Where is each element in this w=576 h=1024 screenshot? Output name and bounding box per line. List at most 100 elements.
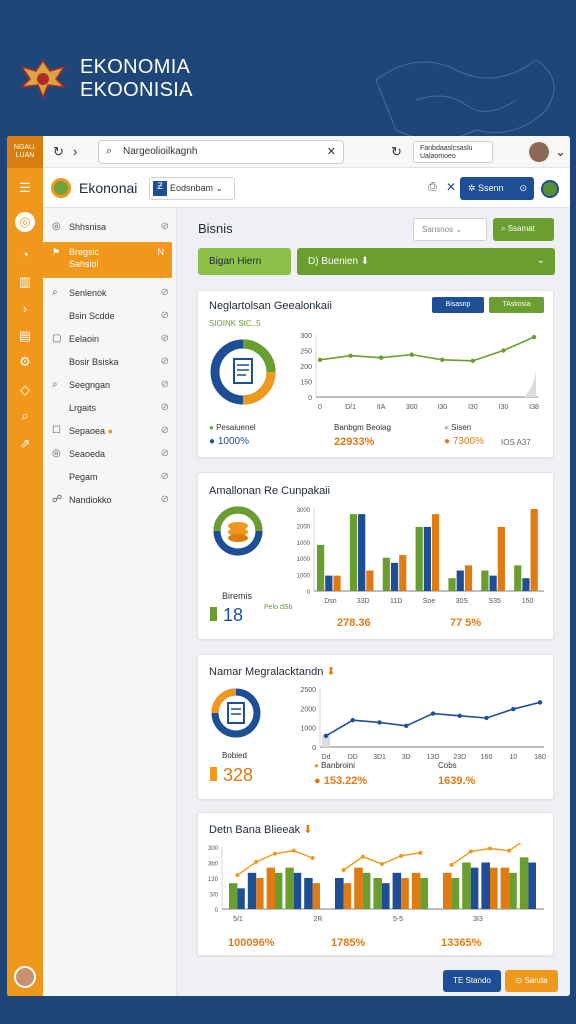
refresh-icon[interactable]: ↻ [53, 144, 64, 160]
y-tick-label: 0 [307, 590, 311, 596]
project-selector[interactable]: Ƶ Eodsnbam ⌄ [149, 177, 235, 200]
bar [462, 862, 471, 909]
bar [456, 570, 464, 591]
chevron-down-icon[interactable]: ⌄ [555, 144, 566, 160]
edit-icon[interactable]: ⊘ [161, 420, 169, 442]
tag-icon[interactable]: ◇ [15, 380, 35, 400]
sidebar-item[interactable]: ◎ Seaoeda ⊘ [43, 443, 177, 465]
tab-bar-dropdown[interactable]: D) Buenien ⬇ ⌄ [297, 248, 555, 275]
home-icon[interactable]: ◎ [15, 212, 35, 232]
close-icon[interactable]: ✕ [327, 145, 336, 158]
share-icon[interactable]: ⇗ [15, 434, 35, 454]
primary-button[interactable]: ✲ Ssenn ⊙ [460, 177, 534, 200]
y-tick-label: 2000 [300, 706, 316, 713]
x-tick-label: 13D [427, 754, 440, 761]
y-tick-label: 2500 [300, 687, 316, 694]
sidebar-item-active[interactable]: ⚑ Bregsic Sahsiol Ν [43, 242, 172, 278]
legend-item: ● Pesaiuenel [209, 423, 256, 432]
sidebar-item[interactable]: ☍ Nandiokko ⊘ [43, 489, 177, 511]
area-shade [524, 371, 536, 397]
edit-icon[interactable]: ⊘ [161, 397, 169, 419]
close-icon[interactable]: ✕ [446, 180, 456, 194]
pie-chart-icon[interactable]: ◔ [15, 244, 35, 264]
reload-icon[interactable]: ↻ [391, 144, 402, 160]
metric-value: 1639.% [438, 775, 476, 787]
edit-icon[interactable]: ⊘ [161, 328, 169, 350]
edit-icon[interactable]: ⊘ [161, 374, 169, 396]
x-tick-label: 180 [534, 754, 546, 761]
settings-icon[interactable]: ⚙ [15, 352, 35, 372]
item-icon: ⌕ [52, 379, 58, 390]
forward-icon[interactable]: › [73, 144, 77, 159]
y-tick-label: 300 [300, 333, 312, 340]
bar [343, 883, 352, 909]
y-tick-label: 3b0 [208, 862, 219, 868]
edit-icon[interactable]: ⊘ [161, 305, 169, 327]
search-input[interactable]: Sarisnos ⌄ [413, 218, 487, 241]
badge-green[interactable]: TAskosia [489, 297, 544, 313]
edit-icon[interactable]: ⊘ [161, 466, 169, 488]
sidebar-item[interactable]: Pegam ⊘ [43, 466, 177, 488]
sidebar-item[interactable]: Bsin Scdde ⊘ [43, 305, 177, 327]
bar [522, 578, 530, 591]
active-sublabel: Sahsiol [69, 259, 99, 269]
bottom-button-orange[interactable]: ⊙ Sanda [505, 970, 558, 992]
card-title: Namar Megralacktandn ⬇ [209, 665, 336, 678]
rail-label-2: LUAN [15, 152, 35, 159]
x-tick-label: Dd [322, 754, 331, 761]
bar [229, 883, 238, 909]
y-tick-label: 1000 [300, 726, 316, 733]
sidebar-item[interactable]: ◎ Shhsnisa ⊘ [43, 216, 177, 238]
edit-icon[interactable]: ⊘ [161, 282, 169, 304]
bar-chart-icon[interactable]: ▥ [15, 272, 35, 292]
bar [312, 883, 320, 909]
stat-number: 328 [223, 765, 254, 785]
edit-icon[interactable]: ⊘ [161, 216, 169, 238]
sidebar-item[interactable]: ⌕ Seegngan ⊘ [43, 374, 177, 396]
item-icon: ▢ [52, 333, 62, 344]
sidebar-item[interactable]: Lrgaits ⊘ [43, 397, 177, 419]
tab-green[interactable]: Bigan Hiern [198, 248, 291, 275]
rail-label-1: NGAU. [13, 144, 37, 151]
y-tick-label: 2000 [297, 524, 311, 530]
document-donut-chart [211, 688, 261, 738]
item-icon: ☐ [52, 425, 61, 436]
edit-icon[interactable]: ⊘ [161, 443, 169, 465]
sidebar-item[interactable]: ☐ Sepaoea ● ⊘ [43, 420, 177, 442]
user-avatar[interactable] [14, 966, 36, 988]
y-tick-label: 200 [300, 364, 312, 371]
bar [362, 872, 371, 909]
document-icon[interactable]: ▤ [15, 326, 35, 346]
sidebar-item[interactable]: Bosir Bsiska ⊘ [43, 351, 177, 373]
legend-label: Sisen [451, 423, 472, 432]
bar [335, 878, 344, 909]
bar [448, 578, 456, 591]
address-bar[interactable]: ⌕ Nargeolioilkagnh ✕ [98, 140, 344, 164]
bottom-button-blue[interactable]: TE Stando [443, 970, 501, 992]
toolbar-dropdown[interactable]: Fanbdaaslcsaslu Ualaomoeo [413, 141, 493, 163]
data-point [235, 873, 240, 878]
search-button[interactable]: ⌕ Ssamat [493, 218, 554, 241]
data-point [348, 353, 353, 358]
profile-avatar[interactable] [529, 142, 549, 162]
globe-icon[interactable] [541, 180, 559, 198]
data-point [377, 720, 382, 725]
data-point [254, 859, 259, 864]
terminal-icon[interactable]: › [15, 298, 35, 318]
x-tick-label: 33D [357, 598, 370, 605]
print-icon[interactable]: ⎙ [428, 181, 437, 194]
item-icon: ◎ [52, 448, 61, 459]
data-point [501, 348, 506, 353]
search-icon[interactable]: ⌕ [15, 406, 35, 426]
badge-blue[interactable]: Bisasnp [432, 297, 484, 313]
x-tick-label: 300 [406, 404, 418, 411]
data-point [380, 862, 384, 866]
sidebar-item[interactable]: ⌕ Senlenok ⊘ [43, 282, 177, 304]
menu-icon[interactable]: ☰ [15, 178, 35, 198]
bar [497, 526, 505, 591]
edit-icon[interactable]: ⊘ [161, 489, 169, 511]
edit-icon[interactable]: ⊘ [161, 351, 169, 373]
sidebar-item-label: Eelaoin [69, 334, 100, 344]
donut-chart [210, 339, 276, 405]
sidebar-item[interactable]: ▢ Eelaoin ⊘ [43, 328, 177, 350]
